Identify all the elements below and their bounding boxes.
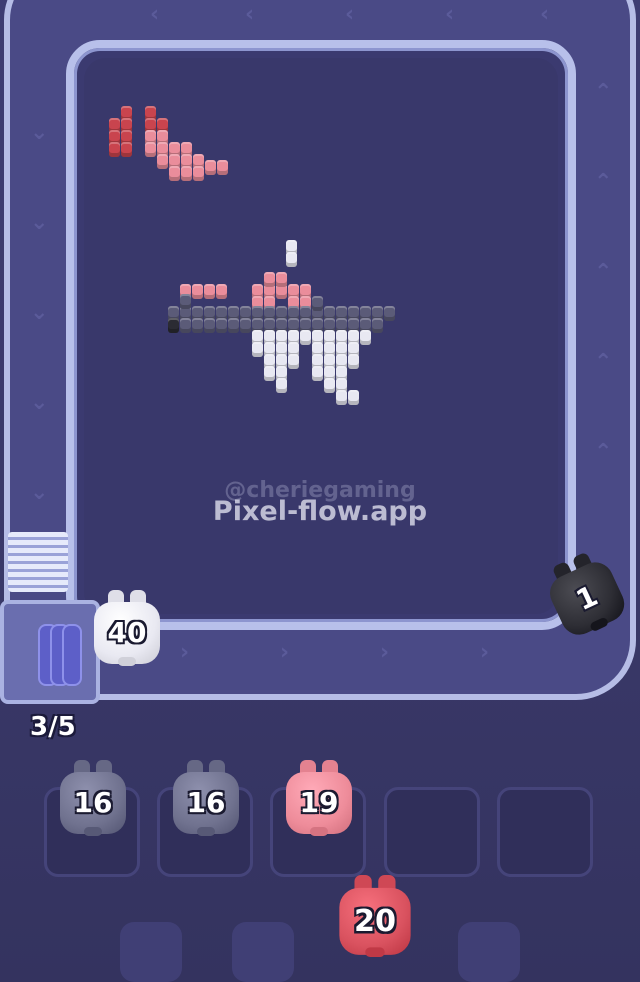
pixel-block xyxy=(324,378,335,393)
pixel-block xyxy=(181,166,192,181)
chevron-icon: › xyxy=(380,640,390,665)
pixel-block xyxy=(228,318,239,333)
pixel-block xyxy=(348,390,359,405)
queue-placeholder xyxy=(458,922,520,982)
pixel-block xyxy=(168,318,179,333)
pig-count: 16 xyxy=(73,786,113,819)
pixel-block xyxy=(300,330,311,345)
slot-pig[interactable]: 16 xyxy=(173,760,239,836)
queue-placeholder xyxy=(120,922,182,982)
chevron-icon: › xyxy=(180,640,190,665)
chevron-icon: ‹ xyxy=(445,2,455,27)
chevron-icon: ⌃ xyxy=(594,440,613,465)
pixel-block xyxy=(384,306,395,321)
chevron-icon: ‹ xyxy=(245,2,255,27)
queue-placeholder xyxy=(232,922,294,982)
pixel-block xyxy=(288,354,299,369)
pixel-block xyxy=(336,390,347,405)
pixel-block xyxy=(145,142,156,157)
pixel-block xyxy=(264,366,275,381)
pixel-block xyxy=(204,284,215,299)
conveyor-pig[interactable]: 40 xyxy=(94,590,160,666)
chevron-icon: ⌃ xyxy=(594,80,613,105)
game-screen: ⌄ ⌄ ⌄ ⌄ ⌄ ⌃ ⌃ ⌃ ⌃ ⌃ › › › › ‹ ‹ ‹ ‹ ‹ @cheriegaming Pixel-… xyxy=(0,0,640,982)
chevron-icon: ⌄ xyxy=(30,390,49,415)
chevron-icon: › xyxy=(480,640,490,665)
chevron-icon: ⌃ xyxy=(594,350,613,375)
pig-slot[interactable] xyxy=(497,787,593,877)
pixel-block xyxy=(193,166,204,181)
pig-slot[interactable] xyxy=(384,787,480,877)
pig-count: 19 xyxy=(299,786,339,819)
chevron-icon: ‹ xyxy=(540,2,550,27)
pixel-block xyxy=(217,160,228,175)
pixel-block xyxy=(372,318,383,333)
pixel-block xyxy=(157,154,168,169)
pixel-block xyxy=(240,318,251,333)
pixel-block xyxy=(192,318,203,333)
pixel-block xyxy=(348,354,359,369)
pixel-block xyxy=(192,284,203,299)
chevron-icon: ⌃ xyxy=(594,260,613,285)
next-pig[interactable]: 20 xyxy=(339,874,411,958)
chevron-icon: ⌄ xyxy=(30,210,49,235)
slot-pig[interactable]: 19 xyxy=(286,760,352,836)
pixel-block xyxy=(121,142,132,157)
pig-count: 16 xyxy=(186,786,226,819)
pixel-block xyxy=(180,318,191,333)
pixel-block xyxy=(204,318,215,333)
pixel-block xyxy=(216,318,227,333)
pixel-block xyxy=(312,366,323,381)
chevron-icon: › xyxy=(280,640,290,665)
pixel-block xyxy=(180,294,191,309)
queue-counter: 3/5 xyxy=(30,712,76,742)
pig-count: 20 xyxy=(353,903,397,939)
pixel-block xyxy=(312,296,323,311)
slot-pig[interactable]: 16 xyxy=(60,760,126,836)
pixel-block xyxy=(216,284,227,299)
pixel-block xyxy=(276,272,287,287)
chevron-icon: ⌄ xyxy=(30,120,49,145)
pixel-block xyxy=(205,160,216,175)
chevron-icon: ⌄ xyxy=(30,300,49,325)
pixel-block xyxy=(360,330,371,345)
chevron-icon: ‹ xyxy=(345,2,355,27)
pixel-block xyxy=(276,378,287,393)
chevron-icon: ‹ xyxy=(150,2,160,27)
pixel-block xyxy=(169,166,180,181)
chevron-icon: ⌃ xyxy=(594,170,613,195)
pig-count: 40 xyxy=(107,616,147,649)
pixel-block xyxy=(264,272,275,287)
pixel-block xyxy=(286,252,297,267)
pixel-block xyxy=(252,342,263,357)
spool-icon xyxy=(62,624,82,686)
pixel-block xyxy=(109,142,120,157)
stairs-ramp xyxy=(8,532,68,592)
watermark-site: Pixel-flow.app xyxy=(212,496,428,527)
